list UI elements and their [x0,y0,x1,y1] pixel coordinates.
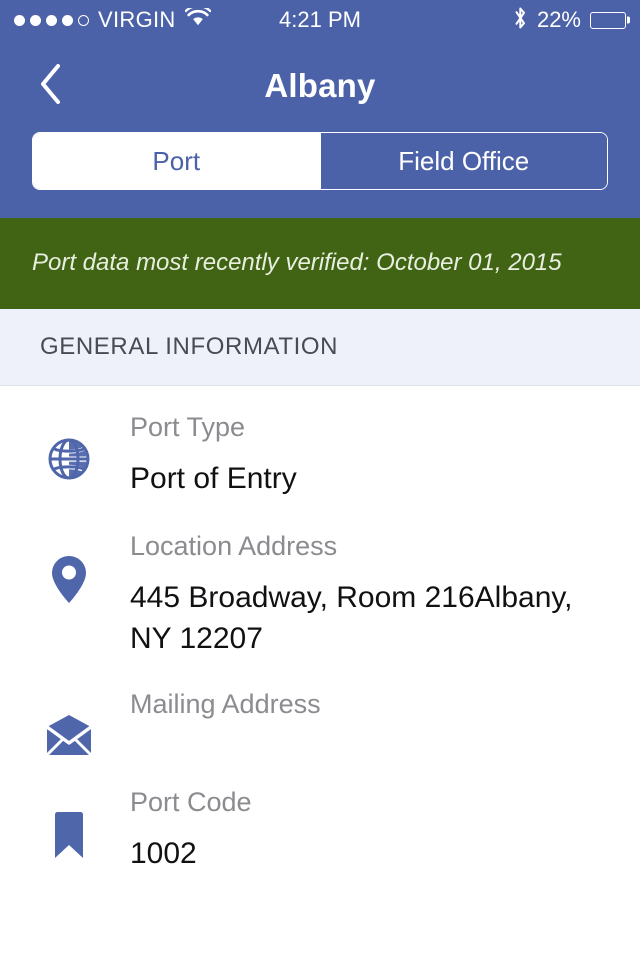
map-pin-icon [30,529,108,605]
carrier-name: VIRGIN [98,7,176,32]
envelope-icon [30,687,108,757]
battery-icon [590,11,626,29]
info-row-port-code[interactable]: Port Code 1002 [0,763,640,880]
info-row-port-type[interactable]: Port Type Port of Entry [0,386,640,505]
back-button[interactable] [22,58,78,114]
signal-dot-filled [14,14,25,26]
info-label: Port Code [130,787,252,818]
signal-dot-filled [30,14,41,26]
navigation-bar: Albany [0,40,640,132]
info-row-text: Mailing Address [108,687,610,741]
info-value: 445 Broadway, Room 216Albany, NY 12207 [130,580,573,656]
info-label: Mailing Address [130,689,321,720]
bookmark-icon [30,785,108,861]
chevron-left-icon [37,62,63,111]
info-label: Port Type [130,412,246,442]
section-header-label: GENERAL INFORMATION [40,333,339,360]
info-row-text: Port Type Port of Entry [108,410,610,499]
battery-percentage: 22% [536,7,581,32]
info-row-text: Port Code 1002 [108,785,610,874]
segmented-control-container: Port Field Office [0,132,640,218]
info-value: Port of Entry [130,461,297,495]
status-bar-clock: 4:21 PM [279,7,361,32]
signal-dot-empty [78,14,89,26]
wifi-icon [184,4,211,32]
tab-port[interactable]: Port [33,133,320,189]
verification-text: Port data most recently verified: Octobe… [32,249,562,277]
info-value: 1002 [130,837,197,871]
info-row-mailing-address[interactable]: Mailing Address [0,665,640,763]
signal-dot-filled [62,14,73,26]
general-information-list: Port Type Port of Entry Location Address… [0,386,640,881]
globe-icon [30,410,108,482]
app-screen: VIRGIN 4:21 PM 22% Albany Port Field Off… [0,0,640,960]
verification-banner: Port data most recently verified: Octobe… [0,218,640,309]
segmented-control[interactable]: Port Field Office [32,132,608,190]
info-row-location-address[interactable]: Location Address 445 Broadway, Room 216A… [0,505,640,665]
signal-dot-filled [46,14,57,26]
signal-strength-indicator [14,14,89,26]
status-bar: VIRGIN 4:21 PM 22% [0,0,640,40]
info-value [130,735,610,741]
info-label: Location Address [130,531,338,562]
section-header-general-information: GENERAL INFORMATION [0,309,640,386]
info-row-text: Location Address 445 Broadway, Room 216A… [108,529,610,659]
status-bar-right: 22% [513,6,626,35]
page-title: Albany [264,67,376,104]
status-bar-left: VIRGIN [14,4,211,32]
bluetooth-icon [513,6,528,35]
tab-field-office[interactable]: Field Office [319,133,607,189]
